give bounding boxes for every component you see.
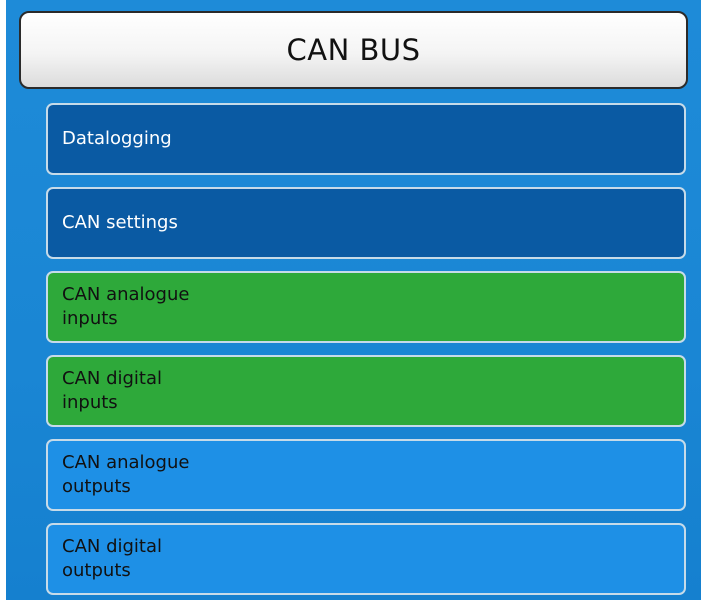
menu-item-can-digital-outputs[interactable]: CAN digital outputs xyxy=(46,523,686,595)
menu-item-can-analogue-inputs[interactable]: CAN analogue inputs xyxy=(46,271,686,343)
menu-item-label: CAN analogue outputs xyxy=(62,452,190,497)
menu-item-can-digital-inputs[interactable]: CAN digital inputs xyxy=(46,355,686,427)
menu-item-label: CAN digital inputs xyxy=(62,368,163,413)
menu-item-label: CAN settings xyxy=(62,212,178,233)
menu-item-label: CAN digital outputs xyxy=(62,536,163,581)
menu-item-can-analogue-outputs[interactable]: CAN analogue outputs xyxy=(46,439,686,511)
menu-item-datalogging[interactable]: Datalogging xyxy=(46,103,686,175)
menu-item-label: Datalogging xyxy=(62,128,172,149)
can-bus-screen: CAN BUS Datalogging CAN settings CAN ana… xyxy=(6,0,701,600)
page-title: CAN BUS xyxy=(19,11,688,89)
menu-item-label: CAN analogue inputs xyxy=(62,284,190,329)
menu-item-can-settings[interactable]: CAN settings xyxy=(46,187,686,259)
